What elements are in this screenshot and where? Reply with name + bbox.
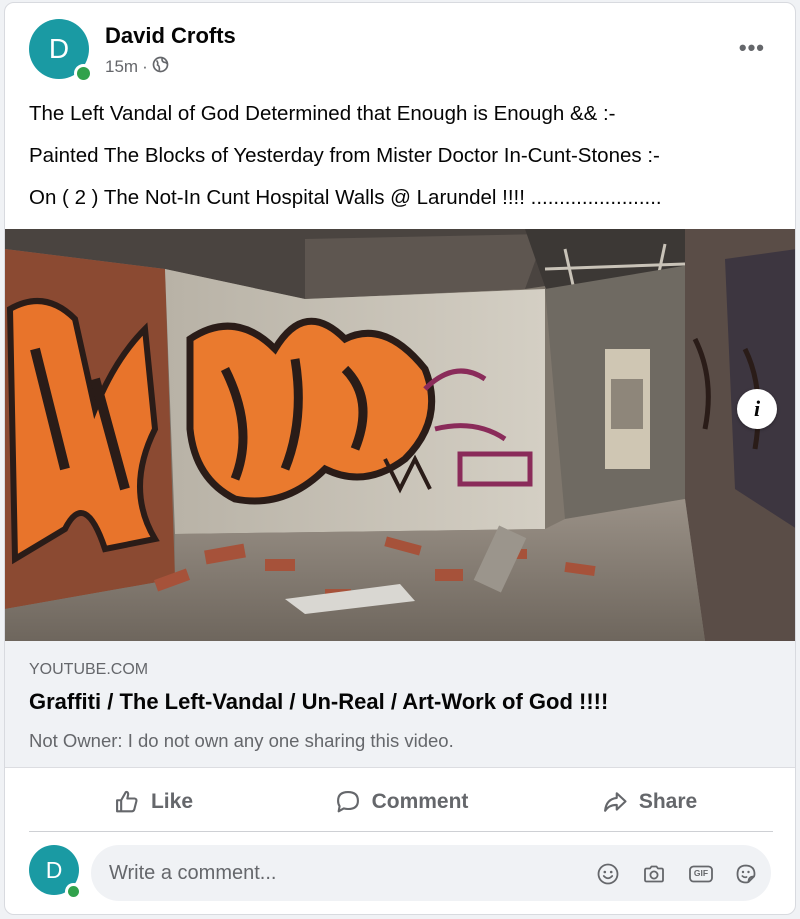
more-options-button[interactable]: ••• bbox=[739, 35, 765, 61]
share-icon bbox=[603, 792, 627, 812]
video-thumbnail[interactable] bbox=[5, 229, 795, 641]
online-status-dot bbox=[65, 883, 82, 900]
gif-label: GIF bbox=[693, 868, 709, 878]
comment-button[interactable]: Comment bbox=[277, 773, 525, 831]
share-label: Share bbox=[638, 790, 698, 813]
online-status-dot bbox=[74, 64, 93, 83]
like-button[interactable]: Like bbox=[29, 773, 277, 831]
link-domain: YOUTUBE.COM bbox=[29, 661, 149, 678]
post-text-line: On ( 2 ) The Not-In Cunt Hospital Walls … bbox=[29, 186, 662, 209]
share-button[interactable]: Share bbox=[525, 773, 773, 831]
link-title[interactable]: Graffiti / The Left-Vandal / Un-Real / A… bbox=[29, 689, 608, 715]
link-description: Not Owner: I do not own any one sharing … bbox=[29, 730, 454, 751]
sticker-icon[interactable] bbox=[734, 862, 758, 886]
author-name[interactable]: David Crofts bbox=[105, 23, 236, 49]
avatar-letter: D bbox=[45, 856, 63, 883]
gif-icon[interactable]: GIF bbox=[688, 862, 714, 886]
link-preview[interactable]: YOUTUBE.COM Graffiti / The Left-Vandal /… bbox=[5, 641, 795, 768]
meta-separator: · bbox=[142, 57, 148, 76]
comment-placeholder: Write a comment... bbox=[109, 862, 277, 884]
camera-icon[interactable] bbox=[642, 862, 666, 886]
like-label: Like bbox=[150, 790, 194, 813]
info-button[interactable]: i bbox=[737, 389, 777, 429]
comment-label: Comment bbox=[371, 790, 469, 813]
emoji-icon[interactable] bbox=[596, 862, 620, 886]
post-meta: 15m · bbox=[105, 56, 169, 78]
comment-icon bbox=[336, 791, 359, 813]
globe-icon bbox=[152, 56, 169, 78]
post-text: The Left Vandal of God Determined that E… bbox=[29, 93, 779, 219]
post-time[interactable]: 15m bbox=[105, 57, 138, 77]
avatar-letter: D bbox=[48, 33, 70, 64]
post-actions-bar: Like Comment Share bbox=[29, 773, 773, 832]
post-text-line: Painted The Blocks of Yesterday from Mis… bbox=[29, 144, 660, 167]
post-card: D David Crofts 15m · ••• The Left Vandal… bbox=[4, 2, 796, 915]
post-text-line: The Left Vandal of God Determined that E… bbox=[29, 102, 616, 125]
comment-input[interactable]: Write a comment... GIF bbox=[91, 845, 771, 901]
graffiti-photo bbox=[5, 229, 795, 641]
thumbs-up-icon bbox=[116, 790, 138, 813]
